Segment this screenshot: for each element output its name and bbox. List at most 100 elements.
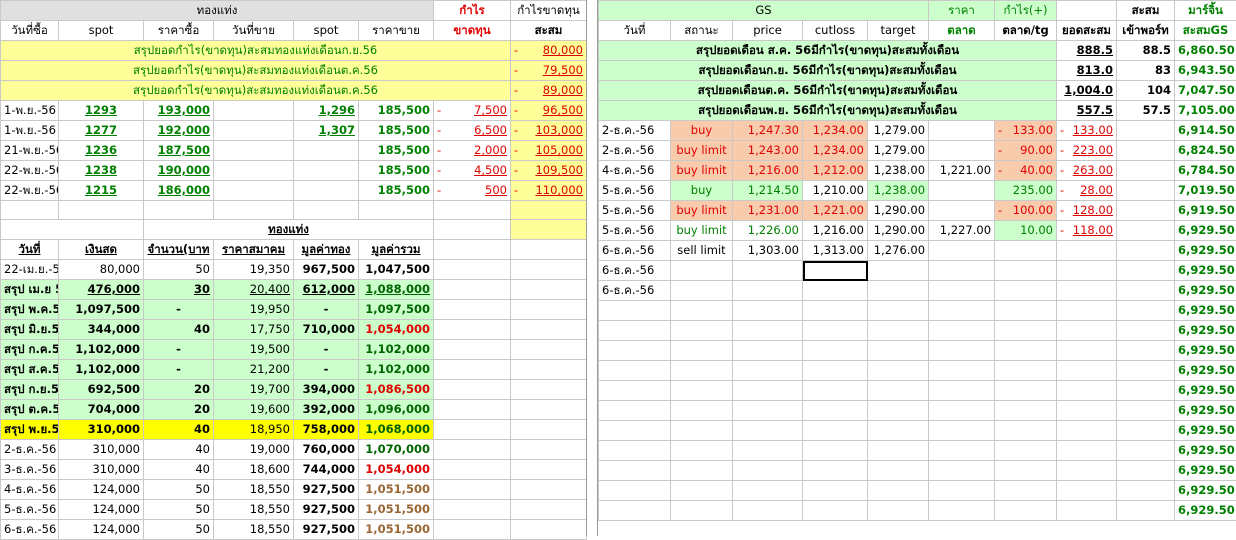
portfolio-price[interactable]: 19,500 [214, 340, 294, 360]
empty-cell[interactable] [599, 361, 671, 381]
empty-cell[interactable] [1117, 281, 1175, 301]
portfolio-qty[interactable]: 50 [144, 260, 214, 280]
empty-cell[interactable] [671, 301, 733, 321]
order-target[interactable] [868, 261, 929, 281]
empty-cell[interactable] [511, 300, 587, 320]
order-date[interactable]: 6-ธ.ค.-56 [599, 261, 671, 281]
portfolio-price[interactable]: 21,200 [214, 360, 294, 380]
portfolio-price[interactable]: 19,600 [214, 400, 294, 420]
empty-cell[interactable] [359, 201, 434, 220]
empty-cell[interactable] [995, 341, 1057, 361]
order-market[interactable] [929, 141, 995, 161]
portfolio-date[interactable]: 22-เม.ย.-56 [1, 260, 59, 280]
order-target[interactable]: 1,238.00 [868, 161, 929, 181]
gs-balance[interactable]: 6,929.50 [1175, 401, 1236, 421]
order-date[interactable]: 6-ธ.ค.-56 [599, 241, 671, 261]
order-cutloss[interactable]: 1,212.00 [803, 161, 868, 181]
sell-spot[interactable] [294, 161, 359, 181]
sell-date[interactable] [214, 101, 294, 121]
empty-cell[interactable] [1117, 481, 1175, 501]
empty-cell[interactable] [733, 321, 803, 341]
order-status[interactable]: buy limit [671, 141, 733, 161]
empty-cell[interactable] [599, 401, 671, 421]
portfolio-total[interactable]: 1,088,000 [359, 280, 434, 300]
order-target[interactable]: 1,290.00 [868, 201, 929, 221]
gs-balance[interactable]: 6,929.50 [1175, 501, 1236, 521]
portfolio-total[interactable]: 1,054,000 [359, 460, 434, 480]
buy-price[interactable]: 190,000 [144, 161, 214, 181]
empty-cell[interactable] [995, 421, 1057, 441]
empty-cell[interactable] [214, 201, 294, 220]
month-summary-gs[interactable]: 7,105.00 [1175, 101, 1236, 121]
month-summary-label[interactable]: สรุปยอดเดือนก.ย. 56มีกำไร(ขาดทุน)สะสมทั้… [599, 61, 1057, 81]
order-gs-balance[interactable]: 7,019.50 [1175, 181, 1236, 201]
order-pl[interactable]: 10.00 [995, 221, 1057, 241]
empty-cell[interactable] [995, 381, 1057, 401]
month-summary-gs[interactable]: 7,047.50 [1175, 81, 1236, 101]
order-cutloss[interactable]: 1,216.00 [803, 221, 868, 241]
empty-cell[interactable] [1117, 121, 1175, 141]
sell-price[interactable]: 185,500 [359, 181, 434, 201]
empty-cell[interactable] [868, 461, 929, 481]
month-summary-port[interactable]: 88.5 [1117, 41, 1175, 61]
month-summary-cum[interactable]: 1,004.0 [1057, 81, 1117, 101]
buy-date[interactable]: 21-พ.ย.-56 [1, 141, 59, 161]
empty-cell[interactable] [733, 441, 803, 461]
empty-cell[interactable] [1057, 1, 1117, 21]
portfolio-cash[interactable]: 704,000 [59, 400, 144, 420]
empty-cell[interactable] [1057, 381, 1117, 401]
empty-cell[interactable] [868, 321, 929, 341]
summary-label[interactable]: สรุปยอดกำไร(ขาดทุน)สะสมทองแท่งเดือนก.ย.5… [1, 41, 511, 61]
order-cum[interactable]: -133.00 [1057, 121, 1117, 141]
order-status[interactable]: buy [671, 181, 733, 201]
portfolio-qty[interactable]: 30 [144, 280, 214, 300]
empty-cell[interactable] [511, 440, 587, 460]
order-gs-balance[interactable]: 6,929.50 [1175, 261, 1236, 281]
empty-cell[interactable] [803, 441, 868, 461]
cum-header[interactable]: สะสม [1117, 1, 1175, 21]
empty-cell[interactable] [434, 220, 511, 240]
empty-cell[interactable] [1117, 181, 1175, 201]
empty-cell[interactable] [803, 501, 868, 521]
portfolio-gold-value[interactable]: 394,000 [294, 380, 359, 400]
order-pl[interactable]: -133.00 [995, 121, 1057, 141]
profit-loss[interactable]: -2,000 [434, 141, 511, 161]
gold-bar-title[interactable]: ทองแท่ง [1, 1, 434, 21]
empty-cell[interactable] [1117, 301, 1175, 321]
portfolio-price[interactable]: 19,000 [214, 440, 294, 460]
order-gs-balance[interactable]: 6,914.50 [1175, 121, 1236, 141]
portfolio-header[interactable]: มูลค่าทอง [294, 240, 359, 260]
gs-balance[interactable]: 6,929.50 [1175, 381, 1236, 401]
gs-balance[interactable]: 6,929.50 [1175, 441, 1236, 461]
gs-balance[interactable]: 6,929.50 [1175, 301, 1236, 321]
order-cutloss[interactable]: 1,313.00 [803, 241, 868, 261]
portfolio-price[interactable]: 18,550 [214, 500, 294, 520]
empty-cell[interactable] [434, 520, 511, 540]
profit-loss[interactable]: -500 [434, 181, 511, 201]
portfolio-qty[interactable]: 50 [144, 520, 214, 540]
empty-cell[interactable] [1057, 321, 1117, 341]
portfolio-qty[interactable]: - [144, 340, 214, 360]
empty-cell[interactable] [1117, 261, 1175, 281]
column-header[interactable]: สถานะ [671, 21, 733, 41]
profit-cum[interactable]: -96,500 [511, 101, 587, 121]
sell-price[interactable]: 185,500 [359, 161, 434, 181]
month-summary-cum[interactable]: 557.5 [1057, 101, 1117, 121]
empty-cell[interactable] [511, 500, 587, 520]
empty-cell[interactable] [1117, 501, 1175, 521]
empty-cell[interactable] [671, 481, 733, 501]
portfolio-date[interactable]: สรุป ก.ค.56 [1, 340, 59, 360]
order-price[interactable]: 1,216.00 [733, 161, 803, 181]
empty-cell[interactable] [434, 420, 511, 440]
empty-cell[interactable] [599, 421, 671, 441]
order-cum[interactable]: -223.00 [1057, 141, 1117, 161]
order-target[interactable]: 1,238.00 [868, 181, 929, 201]
empty-cell[interactable] [1057, 301, 1117, 321]
column-header[interactable]: ตลาด/tg [995, 21, 1057, 41]
empty-cell[interactable] [995, 461, 1057, 481]
buy-spot[interactable]: 1277 [59, 121, 144, 141]
empty-cell[interactable] [671, 361, 733, 381]
column-header[interactable]: สะสมGS [1175, 21, 1236, 41]
portfolio-gold-value[interactable]: - [294, 360, 359, 380]
empty-cell[interactable] [1117, 201, 1175, 221]
